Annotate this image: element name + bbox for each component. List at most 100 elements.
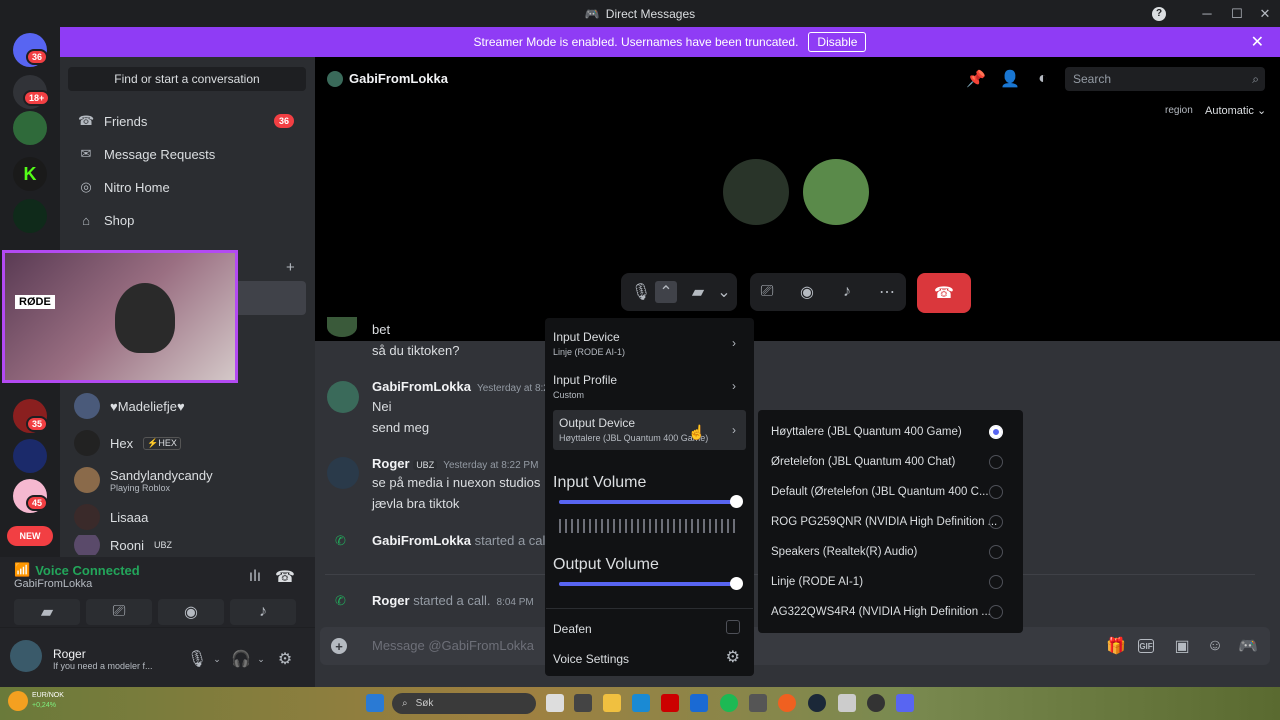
more-options-icon[interactable]: ⋯ — [876, 281, 898, 303]
app-icon[interactable] — [749, 694, 767, 712]
emoji-icon[interactable]: ☺ — [1204, 635, 1226, 657]
device-radio[interactable] — [989, 455, 1003, 469]
device-radio[interactable] — [989, 515, 1003, 529]
output-device-option[interactable]: Default (Øretelefon (JBL Quantum 400 C..… — [764, 477, 1017, 507]
disable-streamer-mode-button[interactable]: Disable — [808, 32, 867, 52]
author-name[interactable]: Roger — [372, 456, 410, 471]
start-icon[interactable] — [366, 694, 384, 712]
input-device-item[interactable]: Input Device Linje (RODE AI-1) › — [553, 330, 746, 357]
kick-server-icon[interactable]: K — [13, 157, 47, 191]
edge-icon[interactable] — [632, 694, 650, 712]
region-select[interactable]: Automatic ⌄ — [1205, 104, 1266, 117]
discord-taskbar-icon[interactable] — [896, 694, 914, 712]
minimize-button[interactable]: ─ — [1192, 0, 1222, 27]
nav-friends[interactable]: ☎ Friends 36 — [68, 105, 306, 137]
dm-row[interactable]: Lisaaa — [68, 498, 306, 536]
maximize-button[interactable]: ☐ — [1222, 0, 1252, 27]
author-name[interactable]: GabiFromLokka — [372, 533, 471, 548]
search-input[interactable]: Search ⌕ — [1065, 67, 1265, 91]
activity-button[interactable]: ◉ — [158, 599, 224, 625]
close-icon[interactable]: ✕ — [1251, 32, 1264, 52]
disconnect-icon[interactable]: ☎ — [274, 566, 296, 588]
voice-settings-item[interactable]: Voice Settings ⚙ — [553, 649, 746, 668]
app-icon[interactable] — [661, 694, 679, 712]
microphone-icon[interactable]: 🎙 — [630, 281, 652, 303]
deafen-item[interactable]: Deafen — [553, 620, 746, 638]
chevron-down-icon[interactable]: ⌄ — [206, 648, 228, 670]
gif-icon[interactable]: GIF — [1138, 639, 1154, 653]
user-profile-icon[interactable]: ◐ — [1032, 68, 1054, 90]
output-device-item[interactable]: Output Device Høyttalere (JBL Quantum 40… — [553, 410, 746, 450]
task-view-icon[interactable] — [546, 694, 564, 712]
chevron-up-icon[interactable]: ⌃ — [655, 281, 677, 303]
add-friend-icon[interactable]: 👤 — [999, 68, 1021, 90]
participant-avatar[interactable] — [803, 159, 869, 225]
server-icon[interactable] — [13, 439, 47, 473]
camera-off-button[interactable]: ▰ — [14, 599, 80, 625]
find-conversation-button[interactable]: Find or start a conversation — [68, 67, 306, 91]
hang-up-button[interactable]: ☎ — [917, 273, 971, 313]
output-device-option[interactable]: ROG PG259QNR (NVIDIA High Definition ... — [764, 507, 1017, 537]
input-volume-slider[interactable] — [559, 495, 743, 508]
output-device-option[interactable]: Linje (RODE AI-1) — [764, 567, 1017, 597]
taskbar-search[interactable]: ⌕ Søk — [392, 693, 536, 714]
message-input[interactable]: Message @GabiFromLokka — [372, 638, 534, 653]
author-name[interactable]: Roger — [372, 593, 410, 608]
device-radio[interactable] — [989, 425, 1003, 439]
attach-plus-icon[interactable]: + — [331, 638, 347, 654]
dm-row[interactable]: Sandylandycandy Playing Roblox — [68, 461, 306, 499]
activity-icon[interactable]: ◉ — [796, 281, 818, 303]
output-device-option[interactable]: Øretelefon (JBL Quantum 400 Chat) — [764, 447, 1017, 477]
weather-icon[interactable] — [8, 691, 28, 711]
dm-row[interactable]: Hex ⚡HEX — [68, 424, 306, 462]
sticker-icon[interactable]: ▣ — [1171, 635, 1193, 657]
close-window-button[interactable]: ✕ — [1250, 0, 1280, 27]
noise-suppression-icon[interactable]: ılı — [244, 566, 266, 588]
new-servers-pill[interactable]: NEW — [7, 526, 53, 546]
avatar[interactable] — [327, 457, 359, 489]
nav-shop[interactable]: ⌂ Shop — [68, 204, 306, 236]
headphones-icon[interactable]: 🎧 — [230, 648, 252, 670]
user-avatar[interactable] — [10, 640, 42, 672]
output-volume-slider[interactable] — [559, 577, 743, 590]
dm-row[interactable]: ♥Madeliefje♥ — [68, 387, 306, 425]
create-dm-icon[interactable]: + — [286, 259, 295, 276]
nav-nitro-home[interactable]: ◎ Nitro Home — [68, 171, 306, 203]
app-icon[interactable] — [574, 694, 592, 712]
nav-message-requests[interactable]: ✉ Message Requests — [68, 138, 306, 170]
server-icon[interactable] — [13, 199, 47, 233]
participant-avatar[interactable] — [723, 159, 789, 225]
output-device-option[interactable]: Høyttalere (JBL Quantum 400 Game) — [764, 417, 1017, 447]
app-icon[interactable] — [867, 694, 885, 712]
screenshare-icon[interactable]: ⎚ — [756, 281, 778, 303]
soundboard-icon[interactable]: ♪ — [836, 281, 858, 303]
output-device-option[interactable]: Speakers (Realtek(R) Audio) — [764, 537, 1017, 567]
steam-icon[interactable] — [808, 694, 826, 712]
chevron-down-icon[interactable]: ⌄ — [250, 648, 272, 670]
voice-channel-link[interactable]: GabiFromLokka — [14, 578, 92, 590]
app-icon[interactable] — [838, 694, 856, 712]
firefox-icon[interactable] — [778, 694, 796, 712]
output-device-option[interactable]: AG322QWS4R4 (NVIDIA High Definition ... — [764, 597, 1017, 627]
soundboard-button[interactable]: ♪ — [230, 599, 296, 625]
spotify-icon[interactable] — [720, 694, 738, 712]
app-icon[interactable] — [690, 694, 708, 712]
device-radio[interactable] — [989, 575, 1003, 589]
device-radio[interactable] — [989, 605, 1003, 619]
gift-icon[interactable]: 🎁 — [1105, 635, 1127, 657]
deafen-checkbox[interactable] — [726, 620, 740, 634]
dm-row[interactable]: Rooni UBZ — [68, 535, 306, 555]
server-icon[interactable] — [13, 111, 47, 145]
device-radio[interactable] — [989, 545, 1003, 559]
apps-icon[interactable]: 🎮 — [1237, 635, 1259, 657]
pin-icon[interactable]: 📌 — [965, 68, 987, 90]
author-name[interactable]: GabiFromLokka — [372, 379, 471, 394]
device-radio[interactable] — [989, 485, 1003, 499]
avatar[interactable] — [327, 381, 359, 413]
camera-off-icon[interactable]: ▰ — [687, 281, 709, 303]
mic-icon[interactable]: 🎙 — [186, 648, 208, 670]
screenshare-button[interactable]: ⎚ — [86, 599, 152, 625]
settings-gear-icon[interactable]: ⚙ — [274, 648, 296, 670]
file-explorer-icon[interactable] — [603, 694, 621, 712]
help-icon[interactable]: ? — [1144, 0, 1174, 27]
